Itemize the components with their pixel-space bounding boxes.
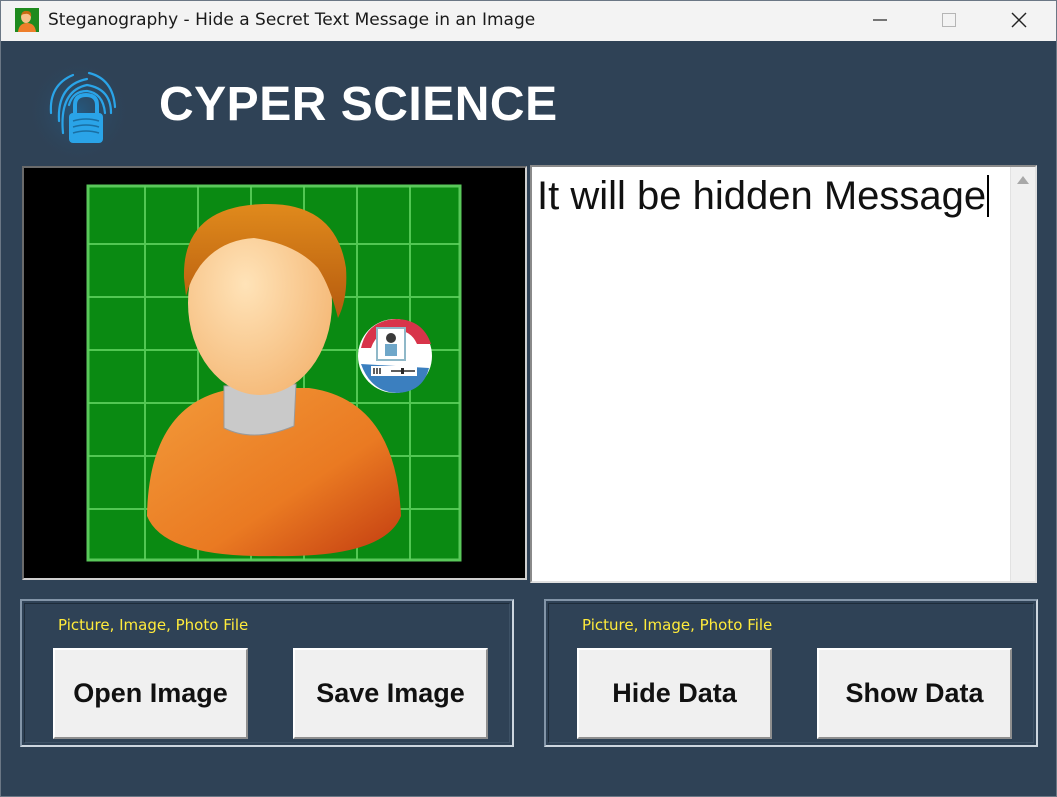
app-icon bbox=[15, 8, 39, 32]
brand-title: CYPER SCIENCE bbox=[159, 78, 558, 131]
close-icon bbox=[1011, 12, 1027, 28]
data-actions-group: Picture, Image, Photo File Hide Data Sho… bbox=[544, 599, 1038, 747]
app-window: Steganography - Hide a Secret Text Messa… bbox=[0, 0, 1057, 797]
vertical-scrollbar[interactable] bbox=[1010, 167, 1035, 581]
message-textbox[interactable]: It will be hidden Message bbox=[530, 165, 1037, 583]
image-group-label: Picture, Image, Photo File bbox=[58, 616, 249, 634]
maximize-button[interactable] bbox=[914, 1, 984, 39]
message-text[interactable]: It will be hidden Message bbox=[537, 174, 990, 219]
fingerprint-lock-icon bbox=[29, 61, 129, 161]
data-group-label: Picture, Image, Photo File bbox=[582, 616, 773, 634]
text-caret bbox=[987, 175, 990, 217]
show-data-button[interactable]: Show Data bbox=[817, 648, 1012, 739]
window-title: Steganography - Hide a Secret Text Messa… bbox=[48, 10, 536, 30]
image-preview bbox=[22, 166, 527, 580]
open-image-button[interactable]: Open Image bbox=[53, 648, 248, 739]
maximize-icon bbox=[942, 13, 956, 27]
scroll-up-arrow-icon[interactable] bbox=[1017, 176, 1029, 184]
image-file-group: Picture, Image, Photo File Open Image Sa… bbox=[20, 599, 514, 747]
save-image-button[interactable]: Save Image bbox=[293, 648, 488, 739]
minimize-button[interactable] bbox=[845, 1, 915, 39]
minimize-icon bbox=[873, 19, 887, 21]
user-avatar-illustration bbox=[86, 184, 462, 562]
close-button[interactable] bbox=[984, 1, 1054, 39]
title-bar[interactable]: Steganography - Hide a Secret Text Messa… bbox=[1, 1, 1056, 41]
hide-data-button[interactable]: Hide Data bbox=[577, 648, 772, 739]
